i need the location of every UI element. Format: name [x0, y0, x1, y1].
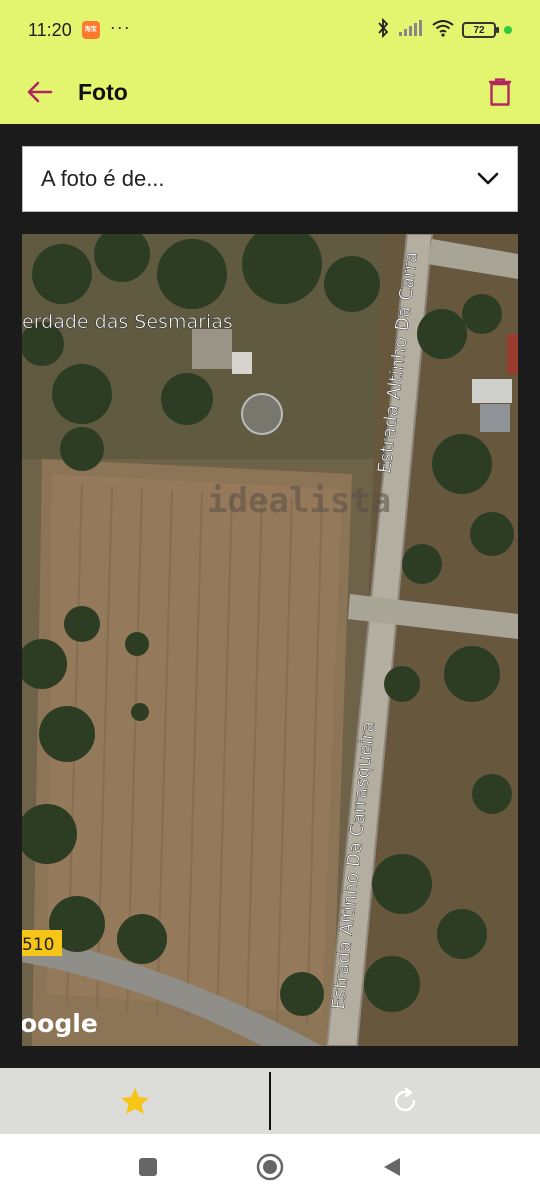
photo-category-select[interactable]: A foto é de...: [22, 146, 518, 212]
home-circle-icon: [256, 1153, 284, 1181]
status-time: 11:20: [28, 19, 72, 40]
map-label-road-number: 510: [22, 935, 54, 955]
satellite-map-image: erdade das Sesmarias Estrada Altinho Da …: [22, 234, 518, 1046]
square-icon: [139, 1158, 157, 1176]
system-back-button[interactable]: [372, 1147, 412, 1187]
bluetooth-icon: [376, 17, 390, 43]
trash-icon: [489, 78, 511, 106]
arrow-back-icon: [27, 81, 53, 103]
rotate-icon: [394, 1087, 415, 1112]
status-bar: 11:20 淘宝 ··· 72: [0, 0, 540, 60]
photo-category-value: A foto é de...: [41, 166, 165, 191]
app-bar: Foto: [0, 60, 540, 124]
recents-button[interactable]: [128, 1147, 168, 1187]
star-icon: [120, 1088, 149, 1114]
battery-icon: 72: [462, 22, 499, 38]
app-notification-icon: 淘宝: [81, 21, 100, 39]
more-notifications-icon: ···: [109, 16, 131, 37]
chevron-down-icon: [477, 172, 499, 186]
back-button[interactable]: [20, 72, 60, 112]
wifi-icon: [432, 19, 454, 42]
home-button[interactable]: [250, 1147, 290, 1187]
signal-icon: [398, 19, 424, 42]
bottom-action-bar: [0, 1068, 540, 1134]
map-label-place: erdade das Sesmarias: [22, 311, 233, 333]
triangle-back-icon: [384, 1158, 400, 1176]
system-nav-bar: [0, 1134, 540, 1200]
page-title: Foto: [78, 78, 128, 105]
favorite-button[interactable]: [0, 1068, 269, 1134]
google-logo-text: oogle: [22, 1009, 98, 1038]
privacy-indicator-dot: [504, 26, 512, 34]
delete-button[interactable]: [480, 72, 520, 112]
watermark-text: idealista: [207, 481, 391, 521]
rotate-button[interactable]: [271, 1068, 540, 1134]
property-photo[interactable]: erdade das Sesmarias Estrada Altinho Da …: [22, 234, 518, 1046]
